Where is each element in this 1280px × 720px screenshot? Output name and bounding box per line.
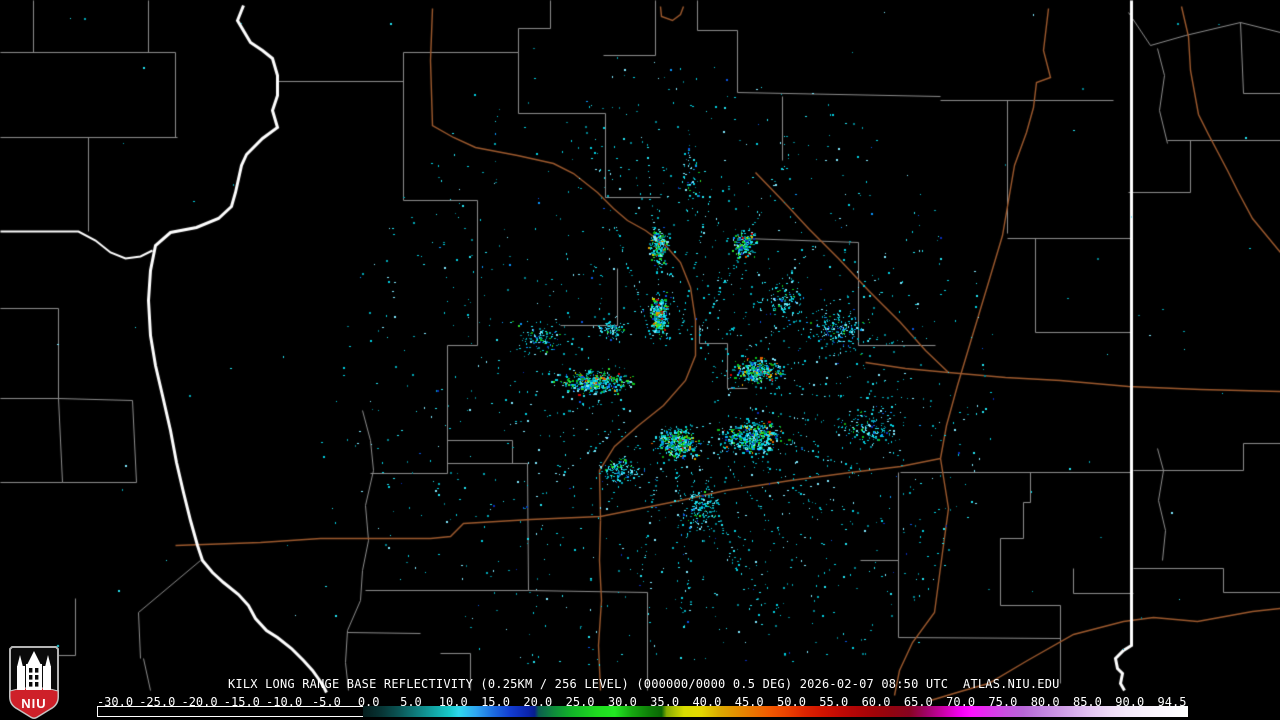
radar-map-canvas [0, 0, 1280, 720]
colorbar-gradient [363, 706, 1188, 717]
niu-logo: NIU [9, 646, 59, 719]
product-caption: KILX LONG RANGE BASE REFLECTIVITY (0.25K… [228, 677, 1060, 691]
niu-logo-text: NIU [21, 696, 46, 711]
reflectivity-colorbar [97, 706, 1188, 717]
radar-display: KILX LONG RANGE BASE REFLECTIVITY (0.25K… [0, 0, 1280, 720]
